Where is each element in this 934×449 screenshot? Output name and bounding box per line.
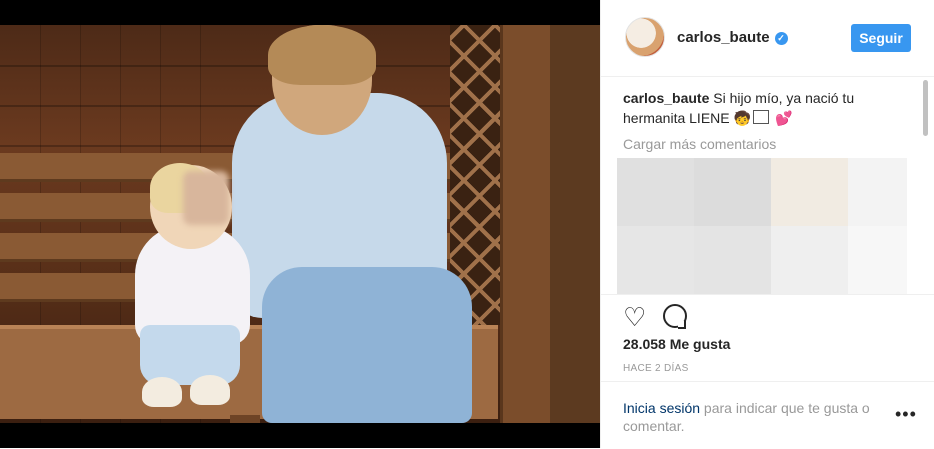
post-photo-pane	[0, 0, 600, 448]
verified-badge-icon: ✓	[774, 32, 788, 45]
avatar[interactable]	[625, 17, 665, 57]
username-link[interactable]: carlos_baute ✓	[677, 29, 788, 46]
caption-author[interactable]: carlos_baute	[623, 90, 709, 106]
thumbnail-tile	[694, 226, 771, 294]
post-header: carlos_baute ✓ Seguir	[601, 0, 934, 77]
login-text: Inicia sesión para indicar que te gusta …	[623, 399, 893, 435]
unsupported-emoji-box	[752, 110, 769, 124]
face-emoji: 🧒	[733, 110, 751, 126]
blurred-face	[183, 171, 229, 225]
wood-fence	[550, 25, 600, 423]
baby-legs	[140, 325, 240, 385]
caption: carlos_baute Si hijo mío, ya nació tu he…	[623, 88, 913, 128]
thumbnail-tile	[617, 226, 694, 294]
heart-icon[interactable]: ♡	[623, 304, 646, 330]
sparkle-heart-emoji: 💕	[774, 110, 793, 126]
like-count[interactable]: 28.058 Me gusta	[623, 336, 730, 352]
baby-shoe	[142, 377, 182, 407]
man-jeans	[262, 267, 472, 423]
load-more-comments[interactable]: Cargar más comentarios	[623, 136, 913, 152]
thumbnail-tile	[771, 226, 848, 294]
more-options-icon[interactable]: •••	[895, 404, 917, 425]
scrollbar-thumb[interactable]	[923, 80, 928, 136]
thumbnail-tile	[771, 158, 848, 226]
username-text[interactable]: carlos_baute	[677, 29, 770, 46]
thumbnail-tile	[848, 226, 907, 294]
post-actions: ♡ 28.058 Me gusta HACE 2 DÍAS	[601, 294, 934, 381]
post-sidebar: carlos_baute ✓ Seguir carlos_baute Si hij…	[600, 0, 934, 448]
login-prompt: Inicia sesión para indicar que te gusta …	[601, 381, 934, 449]
post-time[interactable]: HACE 2 DÍAS	[623, 363, 689, 374]
thumbnail-tile	[617, 158, 694, 226]
thumbnail-tile	[694, 158, 771, 226]
comment-icon[interactable]	[663, 304, 687, 329]
man-hair	[268, 25, 376, 85]
follow-button[interactable]: Seguir	[851, 24, 911, 52]
wood-post	[500, 25, 553, 423]
post-photo[interactable]	[0, 25, 600, 423]
login-link[interactable]: Inicia sesión	[623, 400, 700, 416]
baby-shoe	[190, 375, 230, 405]
thumbnail-tile	[848, 158, 907, 226]
blurred-thumbnail-strip	[617, 158, 907, 294]
bench-leg	[230, 415, 260, 423]
